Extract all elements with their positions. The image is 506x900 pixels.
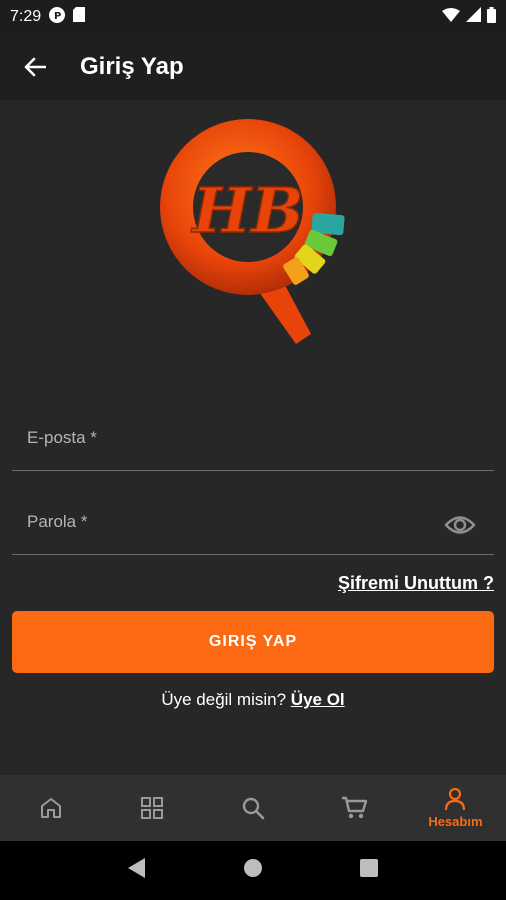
register-link[interactable]: Üye Ol <box>291 690 345 709</box>
cart-icon <box>342 796 368 819</box>
svg-text:HB: HB <box>191 174 304 247</box>
nav-home[interactable] <box>0 775 101 841</box>
system-back-icon[interactable] <box>128 858 146 883</box>
system-home-icon[interactable] <box>243 858 263 883</box>
status-bar: 7:29 P <box>0 0 506 34</box>
register-prompt: Üye değil misin? Üye Ol <box>0 690 506 710</box>
svg-text:P: P <box>54 11 61 22</box>
status-time: 7:29 <box>10 8 42 25</box>
nav-categories[interactable] <box>101 775 202 841</box>
notification-app-icon: P <box>49 6 66 28</box>
email-label: E-posta * <box>27 428 97 447</box>
back-button[interactable] <box>0 34 70 100</box>
bottom-navigation: Hesabım <box>0 775 506 841</box>
nav-account-label: Hesabım <box>428 814 483 829</box>
app-bar: Giriş Yap <box>0 34 506 100</box>
person-icon <box>445 787 466 811</box>
nav-search[interactable] <box>202 775 303 841</box>
grid-icon <box>140 797 163 819</box>
forgot-password-link[interactable]: Şifremi Unuttum ? <box>338 573 494 594</box>
signal-icon <box>466 7 481 27</box>
app-logo: HB <box>156 112 350 352</box>
nav-account[interactable]: Hesabım <box>405 775 506 841</box>
eye-icon[interactable] <box>444 514 476 541</box>
password-label: Parola * <box>27 512 88 531</box>
system-navigation-bar <box>0 841 506 900</box>
nav-cart[interactable] <box>304 775 405 841</box>
search-icon <box>242 797 265 820</box>
battery-icon <box>487 6 496 28</box>
login-button[interactable]: GIRIŞ YAP <box>12 611 494 673</box>
system-recents-icon[interactable] <box>359 859 378 882</box>
register-text: Üye değil misin? <box>161 690 287 709</box>
email-field[interactable]: E-posta * <box>12 408 494 471</box>
arrow-left-icon <box>24 57 46 77</box>
wifi-icon <box>442 7 460 27</box>
sim-card-icon <box>73 7 86 27</box>
page-title: Giriş Yap <box>80 53 184 80</box>
password-field[interactable]: Parola * <box>12 492 494 555</box>
home-icon <box>40 798 61 818</box>
